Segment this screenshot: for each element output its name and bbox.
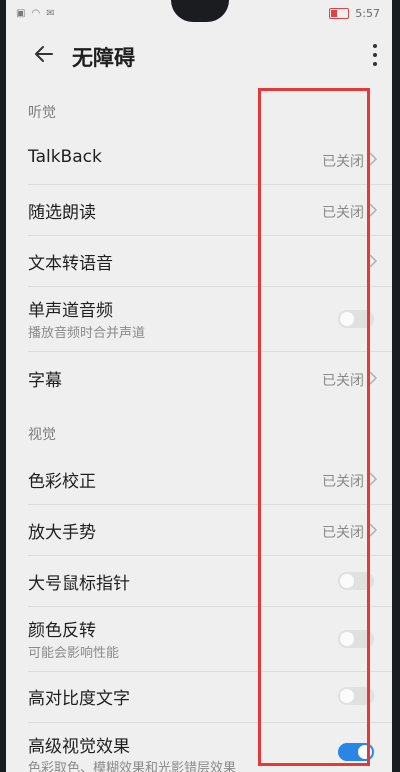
section-header-hearing: 听觉 xyxy=(28,105,56,121)
setting-row-talkback[interactable]: TalkBack 已关闭 xyxy=(6,134,392,184)
chevron-right-icon xyxy=(369,472,378,486)
wifi-icon: ◠ xyxy=(31,8,41,19)
more-options-icon[interactable] xyxy=(372,44,378,66)
setting-row-magnification[interactable]: 放大手势 已关闭 xyxy=(6,505,392,555)
row-title: 色彩校正 xyxy=(28,472,96,492)
row-title: 随选朗读 xyxy=(28,203,96,223)
row-title: 放大手势 xyxy=(28,523,96,543)
row-subtitle: 可能会影响性能 xyxy=(28,646,120,661)
color-inversion-toggle[interactable] xyxy=(338,630,374,648)
row-title: 高对比度文字 xyxy=(28,689,130,709)
chevron-right-icon xyxy=(369,152,378,166)
chevron-right-icon xyxy=(369,371,378,385)
row-value: 已关闭 xyxy=(322,525,364,541)
row-title: 字幕 xyxy=(28,371,62,391)
chevron-right-icon xyxy=(369,203,378,217)
row-value: 已关闭 xyxy=(322,205,364,221)
setting-row-mono-audio[interactable]: 单声道音频 播放音频时合并声道 xyxy=(6,287,392,351)
mono-audio-toggle[interactable] xyxy=(338,310,374,328)
setting-row-captions[interactable]: 字幕 已关闭 xyxy=(6,352,392,404)
section-header-vision: 视觉 xyxy=(28,427,56,443)
chevron-right-icon xyxy=(369,254,378,268)
row-value: 已关闭 xyxy=(322,373,364,389)
setting-row-color-correction[interactable]: 色彩校正 已关闭 xyxy=(6,454,392,504)
setting-row-advanced-visual-effects[interactable]: 高级视觉效果 色彩取色、模糊效果和光影错层效果 xyxy=(6,723,392,772)
battery-icon xyxy=(329,8,350,19)
notification-icon: ✉ xyxy=(46,8,55,19)
row-value: 已关闭 xyxy=(322,474,364,490)
row-value: 已关闭 xyxy=(322,154,364,170)
setting-row-color-inversion[interactable]: 颜色反转 可能会影响性能 xyxy=(6,607,392,671)
chevron-right-icon xyxy=(369,523,378,537)
setting-row-select-to-speak[interactable]: 随选朗读 已关闭 xyxy=(6,185,392,235)
row-subtitle: 色彩取色、模糊效果和光影错层效果 xyxy=(28,761,237,772)
high-contrast-toggle[interactable] xyxy=(338,687,374,705)
setting-row-large-pointer[interactable]: 大号鼠标指针 xyxy=(6,556,392,606)
row-title: 单声道音频 xyxy=(28,301,113,321)
row-title: TalkBack xyxy=(28,147,102,167)
row-subtitle: 播放音频时合并声道 xyxy=(28,326,146,341)
setting-row-high-contrast-text[interactable]: 高对比度文字 xyxy=(6,672,392,722)
row-title: 大号鼠标指针 xyxy=(28,574,130,594)
app-bar: 无障碍 xyxy=(6,34,392,78)
status-left-icons: ▣ ◠ ✉ xyxy=(16,8,55,19)
settings-screen: ▣ ◠ ✉ 5:57 无障碍 听觉 TalkBack 已关闭 随选朗读 已关闭 … xyxy=(6,0,392,772)
row-title: 高级视觉效果 xyxy=(28,737,130,757)
row-title: 文本转语音 xyxy=(28,254,113,274)
status-right-icons: 5:57 xyxy=(329,7,380,20)
large-pointer-toggle[interactable] xyxy=(338,572,374,590)
sim-icon: ▣ xyxy=(16,8,26,19)
status-time: 5:57 xyxy=(355,7,380,20)
row-title: 颜色反转 xyxy=(28,621,96,641)
back-arrow-icon[interactable] xyxy=(32,42,56,66)
advanced-visual-toggle[interactable] xyxy=(338,743,374,761)
setting-row-text-to-speech[interactable]: 文本转语音 xyxy=(6,236,392,286)
page-title: 无障碍 xyxy=(72,46,135,70)
